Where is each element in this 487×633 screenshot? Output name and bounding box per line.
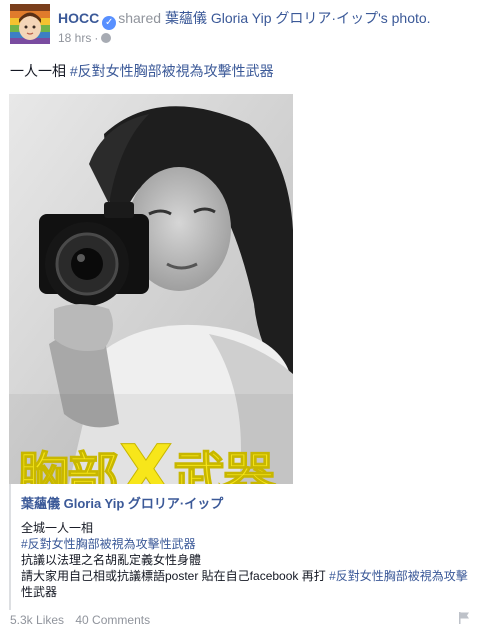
post-header: HOCC ✓ shared 葉蘊儀 Gloria Yip グロリア·イップ's ph… (58, 9, 478, 30)
shared-post-description: 葉蘊儀 Gloria Yip グロリア·イップ 全城一人一相 #反對女性胸部被視… (9, 484, 481, 610)
post-caption: 一人一相 #反對女性胸部被視為攻擊性武器 (10, 62, 274, 80)
overlay-left-text: 胸部 (16, 448, 119, 485)
caption-hashtag[interactable]: #反對女性胸部被視為攻擊性武器 (70, 63, 274, 79)
overlay-right-text: 武器 (172, 448, 275, 485)
flag-icon[interactable] (457, 611, 471, 625)
shared-post-author[interactable]: 葉蘊儀 Gloria Yip グロリア·イップ (21, 493, 223, 512)
facebook-post: HOCC ✓ shared 葉蘊儀 Gloria Yip グロリア·イップ's ph… (0, 0, 487, 633)
likes-count[interactable]: 5.3k Likes (10, 613, 64, 627)
author-name[interactable]: HOCC (58, 10, 99, 26)
globe-icon[interactable] (101, 33, 112, 43)
shared-post-text: 全城一人一相 #反對女性胸部被視為攻擊性武器 抗議以法理之名胡亂定義女性身體 請… (21, 520, 477, 600)
post-footer: 5.3k Likes 40 Comments (10, 613, 158, 627)
verified-icon: ✓ (102, 16, 117, 30)
comments-count[interactable]: 40 Comments (75, 613, 150, 627)
action-text: shared (118, 10, 162, 26)
shared-page-link[interactable]: 葉蘊儀 Gloria Yip グロリア·イップ (165, 10, 378, 26)
shared-line-2-hashtag[interactable]: #反對女性胸部被視為攻擊性武器 (21, 536, 477, 552)
photo-overlay-text: 胸部X武器 (16, 429, 293, 485)
shared-line-4-text: 請大家用自己相或抗議標語poster 貼在自己facebook 再打 (21, 569, 330, 583)
overlay-x-text: X (119, 430, 174, 485)
caption-text: 一人一相 (10, 63, 66, 79)
post-meta: 18 hrs · (58, 30, 112, 46)
shared-line-3: 抗議以法理之名胡亂定義女性身體 (21, 553, 202, 567)
shared-line-5: 性武器 (21, 585, 58, 599)
photo-link[interactable]: 's photo. (378, 10, 431, 26)
avatar[interactable] (10, 4, 50, 44)
shared-line-1: 全城一人一相 (21, 521, 94, 535)
post-photo[interactable]: 胸部X武器 (9, 94, 293, 484)
separator-dot: · (94, 31, 99, 45)
shared-line-4-hashtag[interactable]: #反對女性胸部被視為攻擊 (329, 569, 468, 583)
shared-line-4: 請大家用自己相或抗議標語poster 貼在自己facebook 再打 #反對女性… (21, 568, 477, 584)
timestamp[interactable]: 18 hrs (58, 31, 91, 45)
